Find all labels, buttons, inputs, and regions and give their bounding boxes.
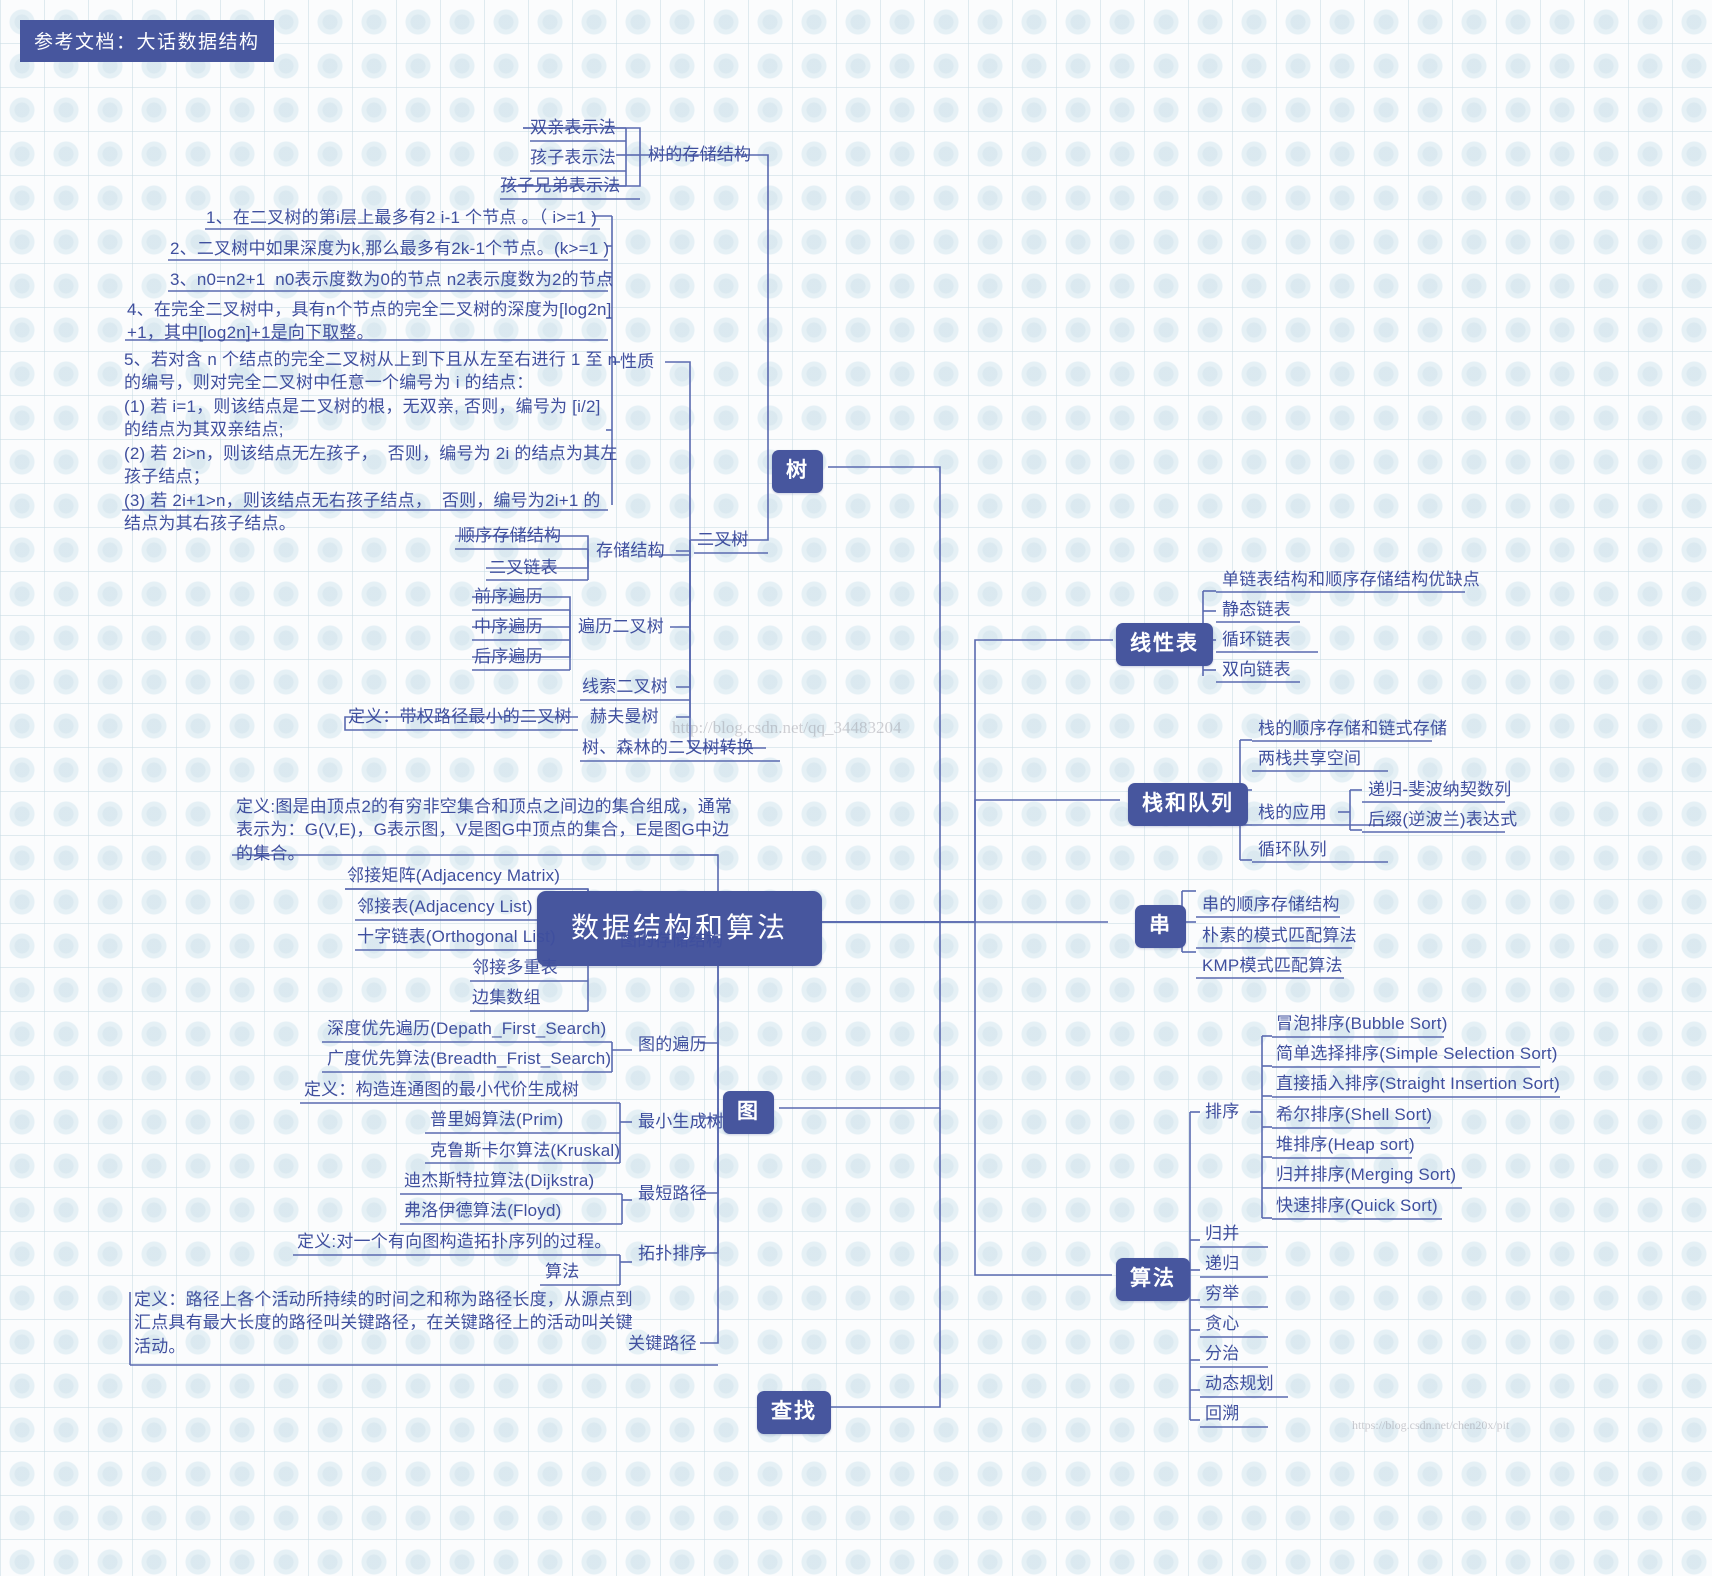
- binary-tree-storage-structure-label[interactable]: 存储结构: [596, 539, 665, 562]
- stack-application-label[interactable]: 栈的应用: [1258, 801, 1327, 824]
- leaf-parent-representation[interactable]: 双亲表示法: [530, 116, 616, 139]
- leaf-sequential-storage[interactable]: 顺序存储结构: [458, 524, 561, 547]
- leaf-straight-insertion-sort[interactable]: 直接插入排序(Straight Insertion Sort): [1276, 1072, 1560, 1095]
- leaf-circular-queue[interactable]: 循环队列: [1258, 838, 1327, 861]
- leaf-bubble-sort[interactable]: 冒泡排序(Bubble Sort): [1276, 1012, 1448, 1035]
- property-item-5[interactable]: 5、若对含 n 个结点的完全二叉树从上到下且从左至右进行 1 至 n 的编号，则…: [124, 348, 618, 536]
- graph-traversal-label[interactable]: 图的遍历: [638, 1033, 707, 1056]
- leaf-circular-linked-list[interactable]: 循环链表: [1222, 628, 1291, 651]
- leaf-heap-sort[interactable]: 堆排序(Heap sort): [1276, 1133, 1415, 1156]
- leaf-divide-and-conquer[interactable]: 分治: [1205, 1342, 1239, 1365]
- leaf-depth-first-search[interactable]: 深度优先遍历(Depath_First_Search): [327, 1017, 606, 1040]
- property-item-4[interactable]: 4、在完全二叉树中，具有n个节点的完全二叉树的深度为[log2n] +1，其中[…: [127, 298, 612, 345]
- leaf-adjacency-matrix[interactable]: 邻接矩阵(Adjacency Matrix): [347, 864, 560, 887]
- leaf-recursion[interactable]: 递归: [1205, 1252, 1239, 1275]
- leaf-merging-sort[interactable]: 归并排序(Merging Sort): [1276, 1163, 1456, 1186]
- leaf-shell-sort[interactable]: 希尔排序(Shell Sort): [1276, 1103, 1432, 1126]
- leaf-breadth-first-search[interactable]: 广度优先算法(Breadth_Frist_Search): [327, 1047, 611, 1070]
- property-item-3[interactable]: 3、n0=n2+1 n0表示度数为0的节点 n2表示度数为2的节点: [170, 268, 613, 291]
- leaf-topo-algorithm[interactable]: 算法: [545, 1260, 579, 1283]
- topo-definition[interactable]: 定义:对一个有向图构造拓扑序列的过程。: [297, 1230, 612, 1253]
- leaf-edge-set-array[interactable]: 边集数组: [472, 986, 541, 1009]
- leaf-recursion-fibonacci[interactable]: 递归-斐波纳契数列: [1368, 778, 1511, 801]
- branch-node-tree[interactable]: 树: [772, 450, 823, 493]
- leaf-kmp-pattern-matching[interactable]: KMP模式匹配算法: [1202, 954, 1343, 977]
- watermark-middle: http://blog.csdn.net/qq_34483204: [672, 718, 902, 737]
- leaf-doubly-linked-list[interactable]: 双向链表: [1222, 658, 1291, 681]
- leaf-two-stacks-shared-space[interactable]: 两栈共享空间: [1258, 747, 1361, 770]
- leaf-string-sequential-storage[interactable]: 串的顺序存储结构: [1202, 893, 1340, 916]
- leaf-greedy[interactable]: 贪心: [1205, 1312, 1239, 1335]
- leaf-orthogonal-list[interactable]: 十字链表(Orthogonal List): [357, 925, 556, 948]
- graph-definition[interactable]: 定义:图是由顶点2的有穷非空集合和顶点之间边的集合组成，通常 表示为：G(V,E…: [236, 795, 732, 865]
- leaf-inorder-traversal[interactable]: 中序遍历: [474, 615, 543, 638]
- leaf-stack-sequential-and-linked-storage[interactable]: 栈的顺序存储和链式存储: [1258, 717, 1447, 740]
- leaf-linked-vs-sequential-pros-cons[interactable]: 单链表结构和顺序存储结构优缺点: [1222, 568, 1480, 591]
- leaf-child-sibling-representation[interactable]: 孩子兄弟表示法: [500, 174, 620, 197]
- leaf-preorder-traversal[interactable]: 前序遍历: [474, 585, 543, 608]
- leaf-child-representation[interactable]: 孩子表示法: [530, 146, 616, 169]
- leaf-threaded-binary-tree[interactable]: 线索二叉树: [582, 675, 668, 698]
- leaf-prim-algorithm[interactable]: 普里姆算法(Prim): [430, 1108, 563, 1131]
- leaf-huffman-tree[interactable]: 赫夫曼树: [590, 705, 659, 728]
- leaf-merge[interactable]: 归并: [1205, 1222, 1239, 1245]
- topological-sort-label[interactable]: 拓扑排序: [638, 1242, 707, 1265]
- leaf-postfix-rpn-expression[interactable]: 后缀(逆波兰)表达式: [1368, 808, 1517, 831]
- property-item-1[interactable]: 1、在二叉树的第i层上最多有2 i-1 个节点 。（ i>=1 ): [206, 206, 597, 229]
- branch-node-graph[interactable]: 图: [723, 1091, 774, 1134]
- binary-tree-traversal-label[interactable]: 遍历二叉树: [578, 615, 664, 638]
- binary-tree-label[interactable]: 二叉树: [697, 528, 749, 551]
- leaf-floyd-algorithm[interactable]: 弗洛伊德算法(Floyd): [404, 1199, 562, 1222]
- leaf-backtracking[interactable]: 回溯: [1205, 1402, 1239, 1425]
- leaf-kruskal-algorithm[interactable]: 克鲁斯卡尔算法(Kruskal): [430, 1139, 620, 1162]
- branch-node-linear-list[interactable]: 线性表: [1116, 623, 1213, 666]
- leaf-quick-sort[interactable]: 快速排序(Quick Sort): [1276, 1194, 1438, 1217]
- branch-node-algorithm[interactable]: 算法: [1116, 1258, 1190, 1301]
- critical-path-label[interactable]: 关键路径: [628, 1332, 697, 1355]
- sorting-label[interactable]: 排序: [1205, 1100, 1239, 1123]
- leaf-enumeration[interactable]: 穷举: [1205, 1282, 1239, 1305]
- shortest-path-label[interactable]: 最短路径: [638, 1182, 707, 1205]
- leaf-static-linked-list[interactable]: 静态链表: [1222, 598, 1291, 621]
- branch-node-string[interactable]: 串: [1135, 905, 1186, 948]
- huffman-tree-definition[interactable]: 定义：带权路径最小的二叉树: [348, 705, 572, 728]
- branch-node-stack-and-queue[interactable]: 栈和队列: [1128, 783, 1248, 826]
- leaf-naive-pattern-matching[interactable]: 朴素的模式匹配算法: [1202, 924, 1357, 947]
- minimum-spanning-tree-label[interactable]: 最小生成树: [638, 1110, 724, 1133]
- leaf-dijkstra-algorithm[interactable]: 迪杰斯特拉算法(Dijkstra): [404, 1169, 594, 1192]
- mindmap-canvas: 参考文档：大话数据结构 数据结构和算法 树 树的存储结构 双亲表示法 孩子表示法…: [0, 0, 1712, 1576]
- leaf-dynamic-programming[interactable]: 动态规划: [1205, 1372, 1274, 1395]
- leaf-postorder-traversal[interactable]: 后序遍历: [474, 645, 543, 668]
- leaf-simple-selection-sort[interactable]: 简单选择排序(Simple Selection Sort): [1276, 1042, 1558, 1065]
- branch-node-search[interactable]: 查找: [757, 1391, 831, 1434]
- reference-doc-banner: 参考文档：大话数据结构: [20, 20, 274, 62]
- leaf-adjacency-multilist[interactable]: 邻接多重表: [472, 956, 558, 979]
- leaf-adjacency-list[interactable]: 邻接表(Adjacency List): [357, 895, 533, 918]
- mst-definition[interactable]: 定义：构造连通图的最小代价生成树: [304, 1078, 579, 1101]
- leaf-tree-forest-to-binary-conversion[interactable]: 树、森林的二叉树转换: [582, 736, 754, 759]
- property-item-2[interactable]: 2、二叉树中如果深度为k,那么最多有2k-1个节点。(k>=1 ): [170, 237, 609, 260]
- leaf-binary-linked-list[interactable]: 二叉链表: [489, 556, 558, 579]
- critical-path-definition[interactable]: 定义：路径上各个活动所持续的时间之和称为路径长度，从源点到 汇点具有最大长度的路…: [134, 1288, 633, 1358]
- tree-storage-structure-label[interactable]: 树的存储结构: [648, 143, 751, 166]
- watermark-bottom: https://blog.csdn.net/chen20x/pit: [1352, 1418, 1510, 1432]
- binary-tree-properties-label[interactable]: 性质: [620, 350, 654, 373]
- graph-storage-structure-label[interactable]: 图的存储结构: [620, 929, 723, 952]
